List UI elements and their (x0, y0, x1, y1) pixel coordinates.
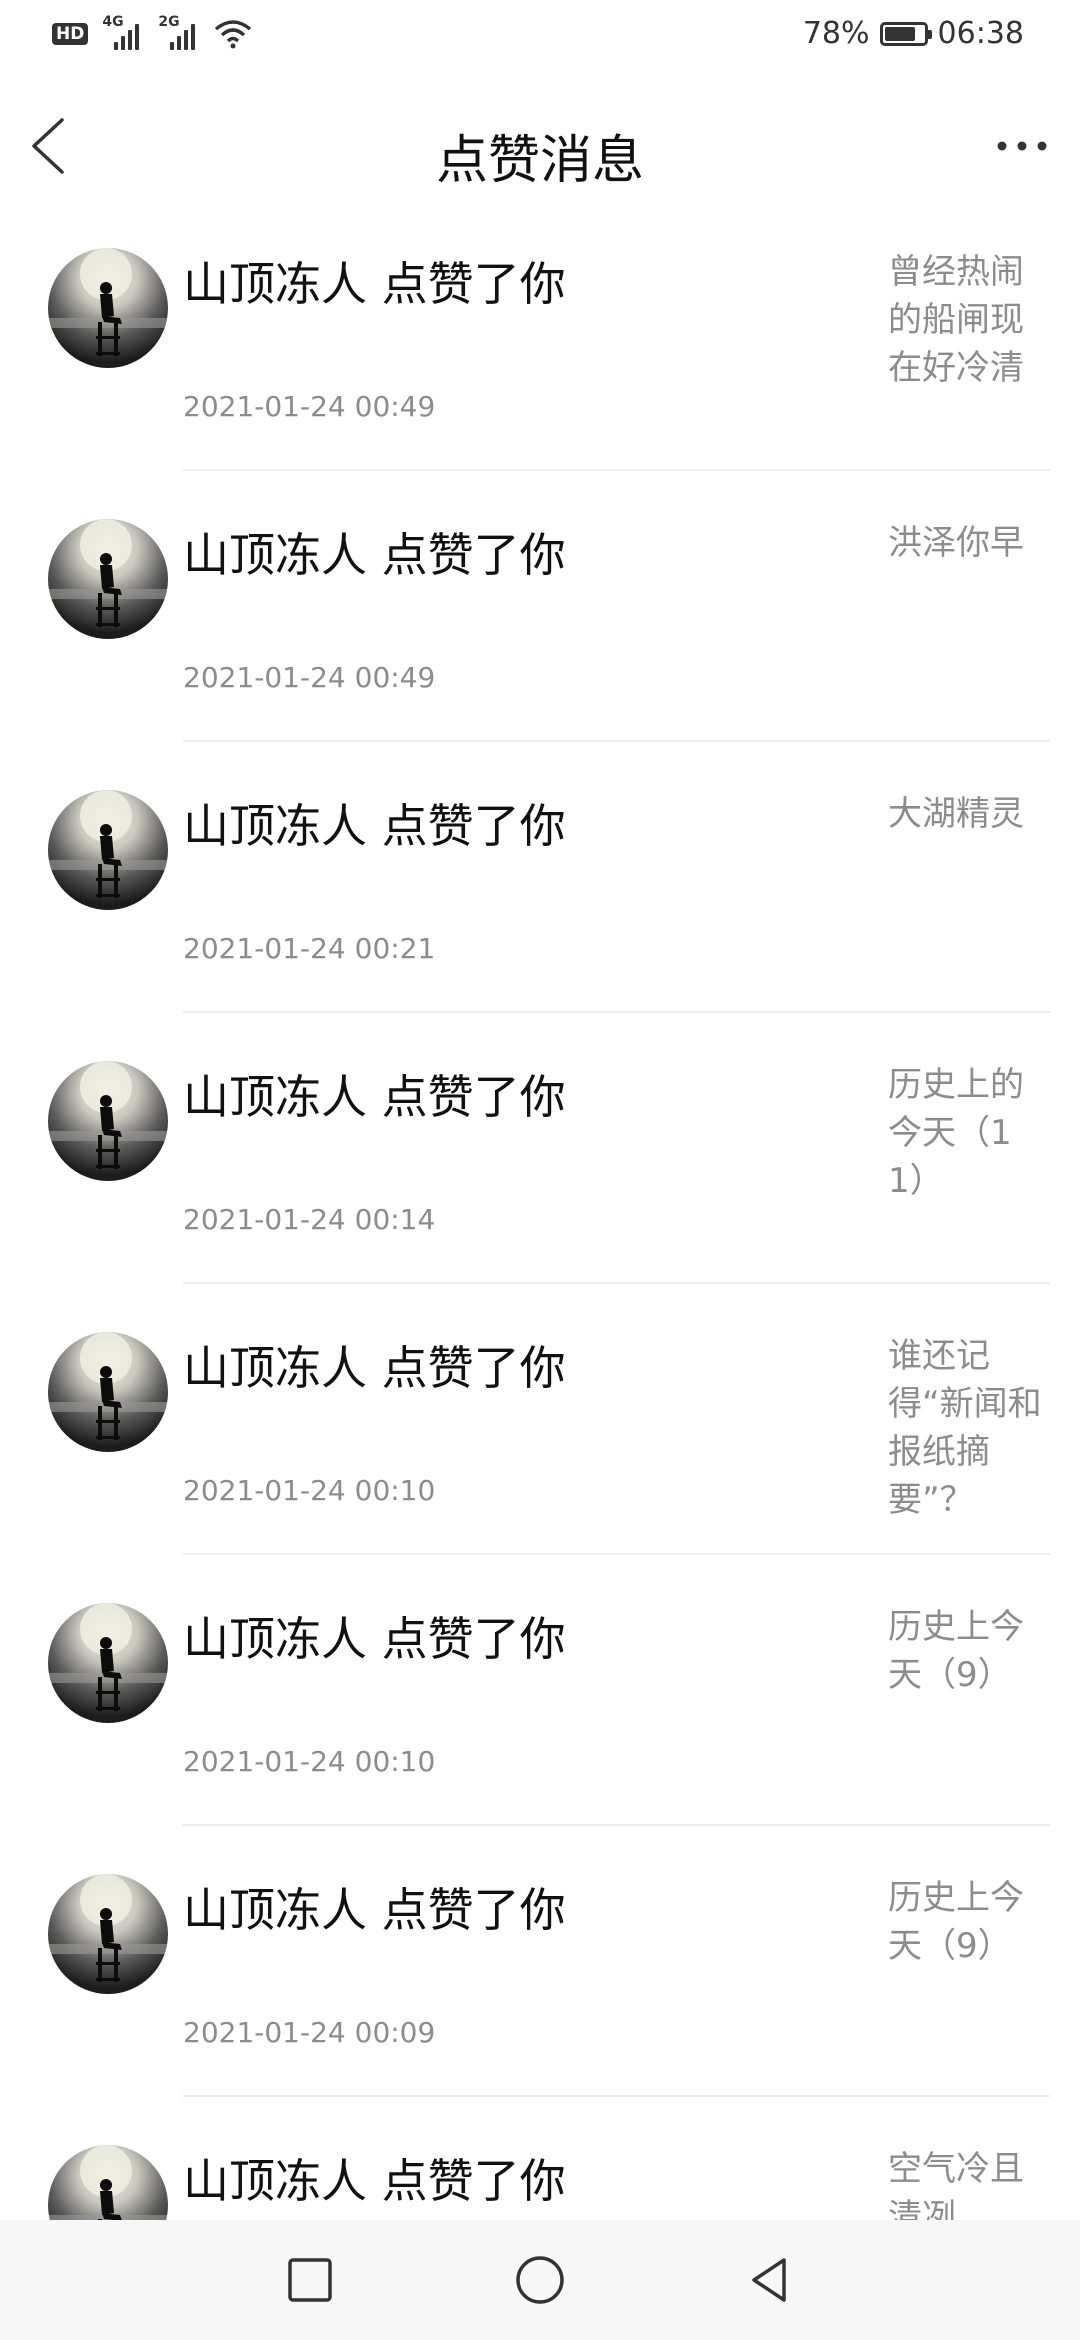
avatar[interactable] (48, 2145, 168, 2220)
network-type-1: 4G (102, 14, 124, 30)
list-item[interactable]: 山顶冻人 点赞了你 2021-01-24 00:10 谁还记得“新闻和报纸摘要”… (0, 1284, 1080, 1555)
list-item[interactable]: 山顶冻人 点赞了你 2021-01-24 00:10 历史上今天（9） (0, 1555, 1080, 1826)
liker-name: 山顶冻人 点赞了你 (183, 257, 566, 311)
system-nav-bar (0, 2220, 1080, 2340)
liked-post-title[interactable]: 曾经热闹的船闸现在好冷清 (888, 248, 1048, 392)
liker-name: 山顶冻人 点赞了你 (183, 1341, 566, 1395)
avatar[interactable] (48, 1874, 168, 1994)
avatar[interactable] (48, 519, 168, 639)
more-button[interactable] (992, 126, 1052, 166)
square-icon (288, 2258, 332, 2302)
ellipsis-icon (997, 141, 1047, 151)
liked-post-title[interactable]: 空气冷且清冽 (888, 2145, 1048, 2220)
list-item[interactable]: 山顶冻人 点赞了你 2021-01-24 00:09 历史上今天（9） (0, 1826, 1080, 2097)
triangle-left-icon (752, 2258, 786, 2302)
liked-post-title[interactable]: 谁还记得“新闻和报纸摘要”？ (888, 1332, 1048, 1524)
hd-badge: HD (52, 23, 89, 45)
status-right: 78% 06:38 (803, 16, 1024, 51)
circle-icon (516, 2256, 564, 2304)
liker-name: 山顶冻人 点赞了你 (183, 1070, 566, 1124)
like-time: 2021-01-24 00:10 (183, 1474, 436, 1507)
signal-icon-1: 4G (102, 14, 144, 50)
avatar[interactable] (48, 248, 168, 368)
like-message-list: 山顶冻人 点赞了你 2021-01-24 00:49 曾经热闹的船闸现在好冷清 (0, 200, 1080, 2220)
liker-name: 山顶冻人 点赞了你 (183, 528, 566, 582)
nav-back-button[interactable] (742, 2252, 798, 2308)
battery-percent: 78% (802, 16, 870, 51)
home-button[interactable] (512, 2252, 568, 2308)
liker-name: 山顶冻人 点赞了你 (183, 2154, 566, 2208)
app-header: 点赞消息 (0, 96, 1080, 200)
liked-post-title[interactable]: 洪泽你早 (888, 519, 1048, 567)
recent-apps-button[interactable] (282, 2252, 338, 2308)
avatar[interactable] (48, 1061, 168, 1181)
status-left: HD 4G 2G (52, 14, 252, 50)
status-bar: HD 4G 2G 78% 06:38 (0, 0, 1080, 72)
avatar[interactable] (48, 790, 168, 910)
like-time: 2021-01-24 00:14 (183, 1203, 436, 1236)
liker-name: 山顶冻人 点赞了你 (183, 799, 566, 853)
avatar[interactable] (48, 1332, 168, 1452)
clock: 06:38 (937, 16, 1024, 51)
like-time: 2021-01-24 00:10 (183, 1745, 436, 1778)
like-time: 2021-01-24 00:49 (183, 661, 436, 694)
liker-name: 山顶冻人 点赞了你 (183, 1612, 566, 1666)
liked-post-title[interactable]: 历史上今天（9） (888, 1603, 1048, 1699)
list-item[interactable]: 山顶冻人 点赞了你 2021-01-24 00:14 历史上的今天（11） (0, 1013, 1080, 1284)
like-time: 2021-01-24 00:21 (183, 932, 436, 965)
list-item[interactable]: 山顶冻人 点赞了你 2021-01-24 00:49 曾经热闹的船闸现在好冷清 (0, 200, 1080, 471)
page-title: 点赞消息 (435, 131, 644, 191)
list-item[interactable]: 山顶冻人 点赞了你 空气冷且清冽 (0, 2097, 1080, 2220)
battery-level (884, 26, 915, 41)
battery-icon (879, 21, 932, 46)
list-item[interactable]: 山顶冻人 点赞了你 2021-01-24 00:21 大湖精灵 (0, 742, 1080, 1013)
wifi-icon (215, 20, 252, 49)
liker-name: 山顶冻人 点赞了你 (183, 1883, 566, 1937)
liked-post-title[interactable]: 历史上今天（9） (888, 1874, 1048, 1970)
liked-post-title[interactable]: 历史上的今天（11） (888, 1061, 1048, 1205)
like-time: 2021-01-24 00:09 (183, 2016, 436, 2049)
avatar[interactable] (48, 1603, 168, 1723)
like-time: 2021-01-24 00:49 (183, 390, 436, 423)
liked-post-title[interactable]: 大湖精灵 (888, 790, 1048, 838)
network-type-2: 2G (158, 14, 180, 30)
list-item[interactable]: 山顶冻人 点赞了你 2021-01-24 00:49 洪泽你早 (0, 471, 1080, 742)
signal-icon-2: 2G (158, 14, 200, 50)
